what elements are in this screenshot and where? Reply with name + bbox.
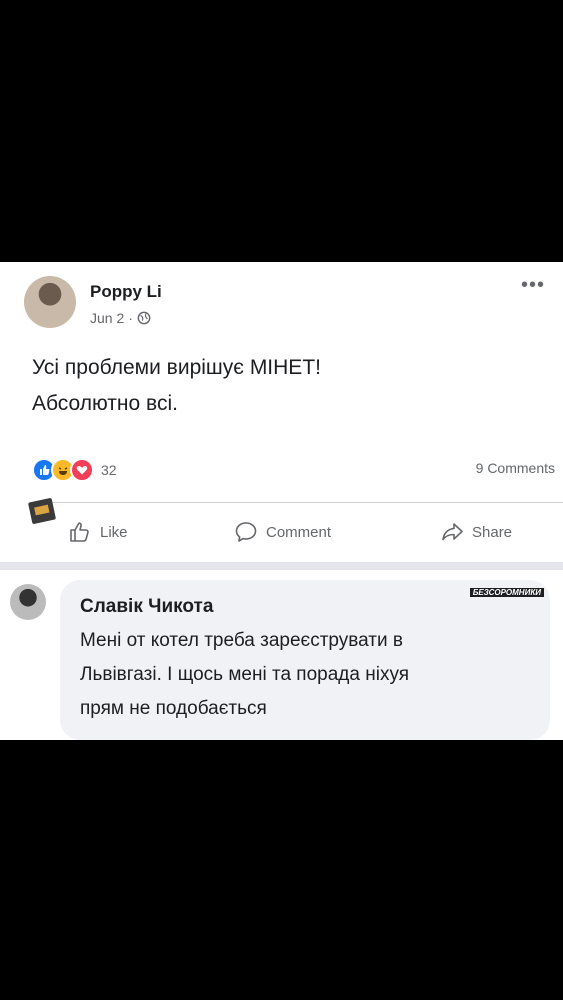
post-card: Poppy Li Jun 2 · ••• Усі проблеми вирішу…	[0, 262, 563, 740]
reactions-count: 32	[101, 462, 117, 478]
section-separator	[0, 562, 563, 570]
comment-button[interactable]: Comment	[234, 520, 331, 544]
share-arrow-icon	[442, 523, 463, 541]
comment-bubble: БЕЗСОРОМНИКИ Славік Чикота Мені от котел…	[60, 580, 550, 740]
post-author-name[interactable]: Poppy Li	[90, 282, 162, 302]
comment-author-name[interactable]: Славік Чикота	[80, 596, 213, 618]
divider	[32, 502, 563, 503]
reactions-summary[interactable]: 32	[32, 458, 117, 482]
commenter-avatar[interactable]	[10, 584, 46, 620]
post-text: Усі проблеми вирішує МІНЕТ! Абсолютно вс…	[32, 356, 321, 415]
comment-label: Comment	[266, 523, 332, 541]
post-date[interactable]: Jun 2	[90, 310, 124, 326]
comments-count-link[interactable]: 9 Comments	[476, 460, 555, 476]
love-reaction-icon	[70, 458, 94, 482]
watermark-label: БЕЗСОРОМНИКИ	[469, 588, 544, 597]
post-meta: Jun 2 ·	[90, 310, 151, 326]
like-label: Like	[100, 523, 128, 541]
share-button[interactable]: Share	[440, 520, 512, 544]
like-button[interactable]: Like	[68, 520, 128, 544]
meta-separator: ·	[128, 310, 133, 326]
globe-icon	[137, 311, 151, 325]
comment-text: Мені от котел треба зареєструвати в Льві…	[80, 630, 410, 719]
more-options-icon[interactable]: •••	[521, 275, 545, 295]
comment-bubble-icon	[235, 522, 257, 542]
author-avatar[interactable]	[24, 276, 76, 328]
post-actions-bar: Like Comment Share	[0, 520, 563, 552]
share-label: Share	[472, 523, 513, 541]
thumbs-up-icon	[70, 522, 89, 542]
